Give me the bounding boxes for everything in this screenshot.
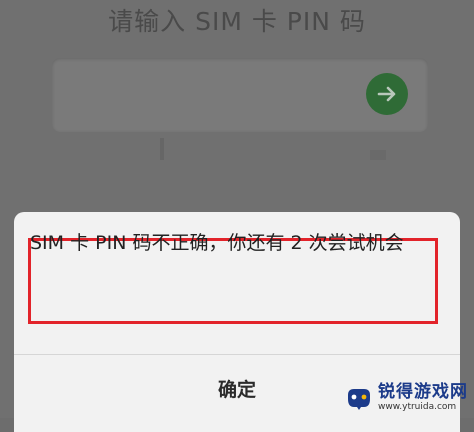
game-controller-icon xyxy=(348,389,370,410)
pin-entry-title: 请输入 SIM 卡 PIN 码 xyxy=(108,7,366,36)
watermark: 锐得游戏网 www.ytruida.com xyxy=(344,378,474,418)
watermark-title: 锐得游戏网 xyxy=(378,382,468,402)
keypad-divider xyxy=(160,138,164,160)
pin-submit-button[interactable] xyxy=(366,73,408,115)
ok-button[interactable]: 确定 xyxy=(164,368,310,412)
keypad-divider xyxy=(370,150,386,160)
dialog-message: SIM 卡 PIN 码不正确，你还有 2 次尝试机会 xyxy=(30,232,404,254)
arrow-right-icon xyxy=(377,86,396,102)
watermark-url: www.ytruida.com xyxy=(378,402,457,412)
dialog-divider xyxy=(14,354,460,355)
